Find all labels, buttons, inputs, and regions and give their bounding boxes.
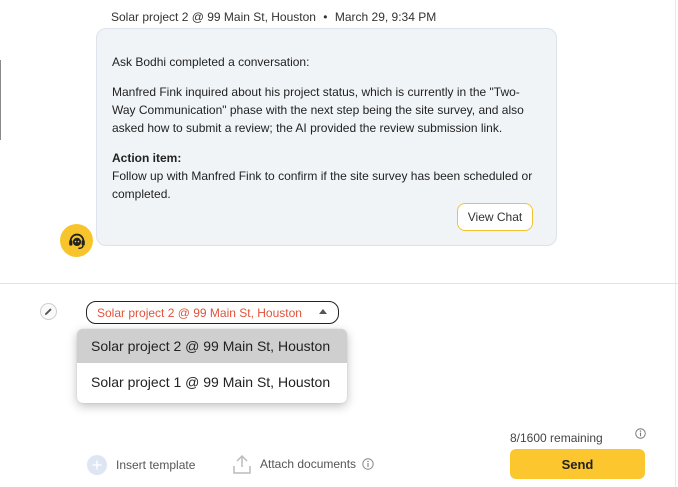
- message-bubble: Ask Bodhi completed a conversation: Manf…: [96, 28, 557, 246]
- attach-documents-label: Attach documents: [260, 457, 357, 471]
- view-chat-button[interactable]: View Chat: [457, 203, 533, 231]
- right-edge-divider: [675, 0, 676, 487]
- project-dropdown: Solar project 2 @ 99 Main St, Houston So…: [77, 329, 347, 403]
- dropdown-option[interactable]: Solar project 2 @ 99 Main St, Houston: [77, 329, 347, 363]
- message-project: Solar project 2 @ 99 Main St, Houston: [111, 10, 316, 24]
- project-select-value: Solar project 2 @ 99 Main St, Houston: [97, 305, 302, 320]
- info-icon[interactable]: [362, 458, 374, 470]
- section-divider: [0, 283, 678, 284]
- message-timestamp: March 29, 9:34 PM: [334, 10, 437, 24]
- message-meta: Solar project 2 @ 99 Main St, Houston • …: [111, 10, 436, 24]
- dropdown-option[interactable]: Solar project 1 @ 99 Main St, Houston: [77, 365, 347, 399]
- send-button[interactable]: Send: [510, 449, 645, 479]
- bot-avatar: [60, 224, 93, 257]
- project-select[interactable]: Solar project 2 @ 99 Main St, Houston: [86, 301, 339, 324]
- edit-icon[interactable]: [40, 303, 57, 320]
- left-edge-divider: [0, 60, 1, 140]
- action-item-title: Action item:: [112, 151, 182, 165]
- headset-agent-icon: [68, 233, 85, 249]
- insert-template-label: Insert template: [116, 458, 196, 472]
- caret-up-icon: [319, 309, 327, 314]
- upload-icon: [233, 454, 251, 474]
- info-icon[interactable]: [635, 428, 646, 439]
- char-remaining: 8/1600 remaining: [510, 431, 603, 445]
- plus-icon: [87, 455, 107, 475]
- insert-template-button[interactable]: Insert template: [87, 455, 195, 475]
- message-summary: Manfred Fink inquired about his project …: [112, 85, 524, 135]
- attach-documents-button[interactable]: Attach documents: [232, 453, 374, 475]
- meta-separator: •: [323, 10, 328, 24]
- action-item-text: Follow up with Manfred Fink to confirm i…: [112, 169, 533, 201]
- message-intro: Ask Bodhi completed a conversation:: [112, 55, 310, 69]
